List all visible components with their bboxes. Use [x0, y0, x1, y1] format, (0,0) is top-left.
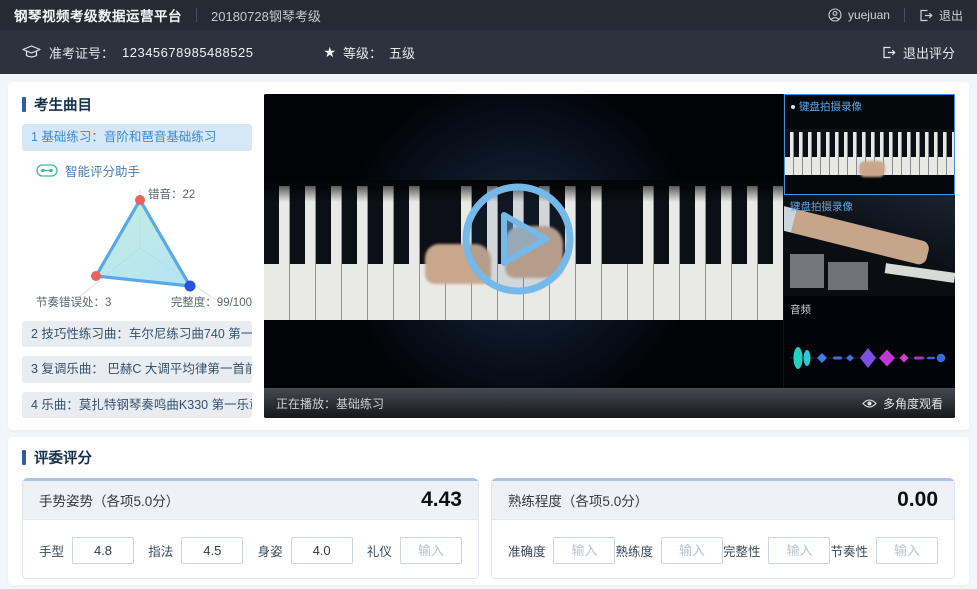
- radar-label-completeness: 完整度：99/100: [171, 294, 252, 310]
- field-label-completeness: 完整性: [723, 541, 761, 560]
- song-item-2[interactable]: 2 技巧性练习曲：车尔尼练习曲740 第一首: [22, 321, 252, 348]
- divider: [904, 8, 905, 22]
- radar-label-wrong-notes: 错音：22: [148, 186, 195, 202]
- field-label-rhythm: 节奏性: [830, 541, 868, 560]
- radar-label-rhythm-errors: 节奏错误处：3: [36, 294, 111, 310]
- song-list-sidebar: 考生曲目 1 基础练习：音阶和琶音基础练习 智能评分助手: [22, 94, 252, 418]
- gesture-posture-card: 手势姿势（各项5.0分） 4.43 手型 指法 身姿 礼仪: [22, 478, 479, 579]
- field-label-fingering: 指法: [148, 541, 173, 560]
- logout-icon: [919, 9, 933, 22]
- field-label-posture: 身姿: [258, 541, 283, 560]
- username: yuejuan: [848, 8, 890, 22]
- radar-dot-completeness: [185, 280, 196, 291]
- thumb1-hand: [859, 161, 885, 177]
- gesture-card-title: 手势姿势（各项5.0分）: [39, 490, 179, 510]
- audio-track-panel[interactable]: 音频: [784, 296, 955, 388]
- user-menu[interactable]: yuejuan: [828, 8, 890, 22]
- song-item-4[interactable]: 4 乐曲：莫扎特钢琴奏鸣曲K330 第一乐章: [22, 392, 252, 419]
- song-item-3[interactable]: 3 复调乐曲： 巴赫C 大调平均律第一首前奏曲: [22, 356, 252, 383]
- live-dot-icon: [791, 105, 795, 109]
- proficiency-input[interactable]: [661, 537, 723, 564]
- camera-thumb-1[interactable]: 键盘拍摄录像: [784, 94, 955, 195]
- assistant-label: 智能评分助手: [65, 161, 140, 180]
- exit-grading-icon: [882, 46, 896, 59]
- title-accent-bar: [22, 97, 26, 112]
- exit-grading-label: 退出评分: [903, 43, 955, 62]
- eye-icon: [862, 398, 877, 409]
- session-title: 20180728钢琴考级: [211, 6, 321, 25]
- user-icon: [828, 8, 842, 22]
- accuracy-input[interactable]: [553, 537, 615, 564]
- logout-button[interactable]: 退出: [919, 7, 963, 24]
- ai-score-radar-chart: 错音：22 节奏错误处：3 完整度：99/100: [22, 184, 252, 312]
- completeness-input[interactable]: [768, 537, 830, 564]
- scoring-title-text: 评委评分: [34, 447, 92, 468]
- exit-grading-button[interactable]: 退出评分: [882, 43, 955, 62]
- play-button[interactable]: [460, 181, 576, 297]
- exam-main-panel: 考生曲目 1 基础练习：音阶和琶音基础练习 智能评分助手: [8, 82, 969, 430]
- sheet-music: [828, 262, 868, 290]
- hand-shape-input[interactable]: [72, 537, 134, 564]
- song-list-title: 考生曲目: [22, 94, 252, 115]
- proficiency-card-title: 熟练程度（各项5.0分）: [508, 490, 648, 510]
- camera-thumb-1-label: 键盘拍摄录像: [799, 99, 862, 114]
- audio-waveform: [788, 340, 950, 376]
- field-label-hand-shape: 手型: [39, 541, 64, 560]
- level-label: 等级：: [343, 43, 382, 62]
- camera-thumb-2-label: 键盘拍摄录像: [790, 199, 853, 214]
- song-item-1[interactable]: 1 基础练习：音阶和琶音基础练习: [22, 124, 252, 151]
- judge-scoring-panel: 评委评分 手势姿势（各项5.0分） 4.43 手型 指法 身姿: [8, 437, 969, 585]
- ticket-number: 12345678985488525: [122, 45, 253, 60]
- scoring-section-title: 评委评分: [22, 447, 955, 468]
- camera-angle-panel: 键盘拍摄录像 键盘拍摄录像: [783, 94, 955, 388]
- video-player-shell: 键盘拍摄录像 键盘拍摄录像: [264, 94, 955, 418]
- video-control-bar: 正在播放：基础练习 多角度观看: [264, 388, 955, 418]
- smart-scoring-assistant-toggle[interactable]: 智能评分助手: [36, 161, 252, 180]
- field-label-etiquette: 礼仪: [367, 541, 392, 560]
- title-accent-bar: [22, 450, 26, 465]
- main-video[interactable]: [264, 94, 783, 388]
- top-header-bar: 钢琴视频考级数据运营平台 20180728钢琴考级 yuejuan 退出: [0, 0, 977, 30]
- multi-angle-button[interactable]: 多角度观看: [862, 395, 943, 412]
- star-icon: ★: [323, 45, 336, 59]
- proficiency-card-total: 0.00: [897, 488, 938, 512]
- fingering-input[interactable]: [181, 537, 243, 564]
- exam-info-bar: 准考证号： 12345678985488525 ★ 等级： 五级 退出评分: [0, 30, 977, 74]
- radar-dot-rhythm-errors: [91, 271, 101, 281]
- graduation-cap-icon: [22, 45, 41, 60]
- divider: [196, 8, 197, 22]
- multi-angle-label: 多角度观看: [883, 395, 943, 412]
- camera-thumb-2[interactable]: 键盘拍摄录像: [784, 195, 955, 296]
- sheet-music: [790, 254, 824, 288]
- app-title: 钢琴视频考级数据运营平台: [14, 5, 182, 25]
- now-playing-text: 正在播放：基础练习: [276, 395, 384, 412]
- song-list-title-text: 考生曲目: [34, 94, 92, 115]
- etiquette-input[interactable]: [400, 537, 462, 564]
- assistant-icon: [36, 164, 58, 177]
- field-label-accuracy: 准确度: [508, 541, 546, 560]
- radar-dot-wrong-notes: [135, 195, 145, 205]
- proficiency-card: 熟练程度（各项5.0分） 0.00 准确度 熟练度 完整性 节奏性: [491, 478, 955, 579]
- keyboard-edge: [885, 263, 955, 283]
- rhythm-input[interactable]: [876, 537, 938, 564]
- posture-input[interactable]: [291, 537, 353, 564]
- field-label-proficiency: 熟练度: [615, 541, 653, 560]
- radar-chart-svg: [22, 184, 250, 312]
- ticket-label: 准考证号：: [49, 43, 114, 62]
- audio-label: 音频: [790, 302, 811, 317]
- level-value: 五级: [389, 43, 415, 62]
- logout-label: 退出: [939, 7, 963, 24]
- gesture-card-total: 4.43: [421, 488, 462, 512]
